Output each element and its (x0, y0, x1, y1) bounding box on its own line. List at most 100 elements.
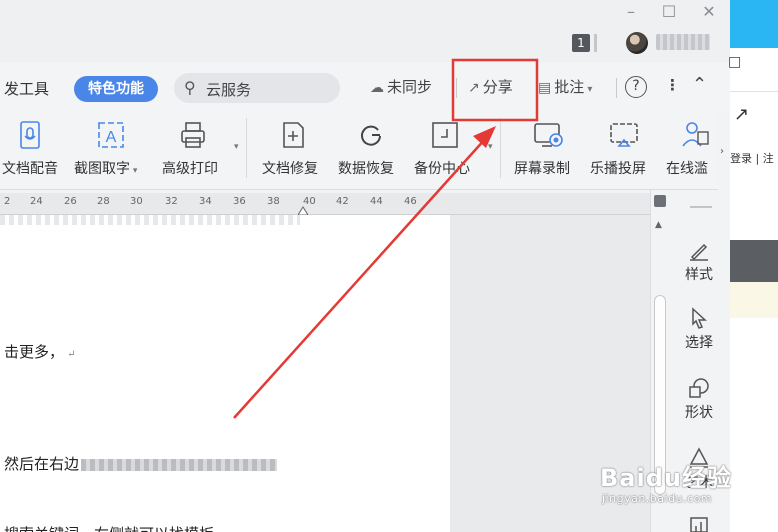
comment-label: 批注 (554, 78, 585, 96)
share-icon: ↗ (468, 80, 480, 96)
style-icon (690, 243, 708, 261)
ribbon-data-recovery-button[interactable]: 数据恢复 (334, 116, 410, 186)
watermark-brand: Baidu经验 (600, 464, 732, 492)
printer-icon (181, 122, 205, 148)
avatar[interactable] (626, 32, 648, 54)
bg-cream-bar (730, 282, 778, 318)
data-recovery-icon (361, 125, 381, 146)
notification-badge[interactable]: 1 (572, 34, 590, 52)
chart-icon (690, 517, 708, 532)
ribbon-screen-record-button[interactable]: 屏幕录制 (510, 116, 584, 186)
cloud-service-search[interactable]: ⚲ 云服务 (174, 73, 340, 103)
ruler-tick: 46 (404, 196, 417, 207)
ribbon-label: 文档配音 (2, 161, 58, 177)
ribbon-expand-icon[interactable]: ▾ (234, 142, 239, 152)
title-bar: – ☐ ✕ 1 (0, 0, 730, 62)
ruler-tick: 38 (267, 196, 280, 207)
bg-toolbar: □ (728, 48, 778, 92)
ribbon: 文档配音 A 截图取字 ▾ 高级打印 ▾ 文档修复 数据恢复 备份中心 ▾ 屏幕… (0, 112, 718, 190)
ruler-tick: 34 (199, 196, 212, 207)
panel-shape-button[interactable]: 形状 (668, 376, 730, 422)
baidu-watermark: Baidu经验 jingyan.baidu.com (600, 458, 732, 505)
bg-login-link: 登录 | 注 (730, 152, 774, 165)
cast-icon (610, 123, 638, 147)
tab-dev-tools[interactable]: 发工具 (4, 78, 49, 99)
collapse-ribbon-icon[interactable]: ⌃ (692, 74, 707, 95)
share-label: 分享 (482, 78, 513, 96)
ribbon-divider (246, 118, 247, 178)
blurred-text (81, 459, 278, 471)
background-window: □ ↗ › 登录 | 注 (720, 0, 778, 532)
scroll-top-button[interactable] (654, 195, 666, 207)
ribbon-backup-button[interactable]: 备份中心 (412, 116, 488, 186)
document-page[interactable]: 击更多， ↵ 然后在右边 搜索关键词，右侧就可以找模板 (0, 215, 450, 532)
comment-icon: ▤ (538, 80, 552, 96)
cut-off-text-line (0, 215, 300, 225)
ribbon-label: 乐播投屏 (590, 161, 646, 177)
scroll-up-icon[interactable]: ▲ (655, 220, 662, 230)
panel-drag-handle[interactable] (690, 206, 712, 208)
cloud-service-label: 云服务 (206, 81, 252, 99)
ribbon-cast-button[interactable]: 乐播投屏 (588, 116, 662, 186)
panel-chart-button[interactable] (668, 514, 730, 532)
panel-label: 选择 (685, 335, 713, 351)
close-icon[interactable]: ✕ (698, 2, 720, 22)
sync-button[interactable]: ☁ 未同步 (370, 76, 432, 97)
shape-icon (689, 378, 709, 398)
ribbon-label: 数据恢复 (338, 161, 394, 177)
svg-text:A: A (106, 129, 117, 146)
panel-style-button[interactable]: 样式 (668, 238, 730, 284)
panel-label: 形状 (685, 405, 713, 421)
badge-divider (594, 34, 597, 52)
maximize-icon[interactable]: ☐ (658, 2, 680, 22)
menu-divider (456, 78, 457, 98)
share-button[interactable]: ↗ 分享 (468, 76, 513, 97)
bg-box-icon: □ (728, 54, 742, 70)
bg-expand-icon: › (720, 146, 724, 157)
menu-divider (616, 78, 617, 98)
ribbon-label: 在线滥 (666, 161, 708, 177)
comment-button[interactable]: ▤ 批注 ▾ (538, 76, 592, 97)
backup-icon (432, 122, 458, 148)
ribbon-label: 屏幕录制 (514, 161, 570, 177)
bg-share-icon: ↗ (734, 104, 750, 125)
ruler-tick: 28 (97, 196, 110, 207)
audio-doc-icon (20, 121, 40, 149)
screenshot-ocr-icon: A (98, 122, 124, 148)
menu-row: 发工具 特色功能 ⚲ 云服务 ☁ 未同步 ↗ 分享 ▤ 批注 ▾ ? ⋮ ⌃ (0, 62, 730, 112)
help-icon[interactable]: ? (625, 76, 647, 98)
online-icon (682, 122, 709, 147)
panel-select-button[interactable]: 选择 (668, 306, 730, 352)
ribbon-divider (500, 118, 501, 178)
doc-text: 然后在右边 (4, 455, 80, 473)
sync-label: 未同步 (387, 78, 433, 96)
doc-text: 击更多， (4, 343, 65, 361)
ribbon-label: 截图取字 ▾ (74, 161, 138, 177)
ruler-ticks: 2 24 26 28 30 32 34 36 38 40 42 44 46 (0, 193, 650, 214)
ribbon-screenshot-ocr-button[interactable]: A 截图取字 ▾ (72, 116, 152, 186)
ribbon-expand-icon[interactable]: ▾ (488, 142, 493, 152)
ribbon-label: 文档修复 (262, 161, 318, 177)
select-cursor-icon (692, 307, 707, 329)
ribbon-doc-repair-button[interactable]: 文档修复 (256, 116, 332, 186)
ribbon-audio-doc-button[interactable]: 文档配音 (0, 116, 66, 186)
username-blurred[interactable] (656, 34, 710, 50)
ribbon-advanced-print-button[interactable]: 高级打印 (158, 116, 228, 186)
search-icon: ⚲ (184, 78, 196, 97)
doc-line-2: 然后在右边 (4, 453, 278, 474)
bg-dark-bar (730, 240, 778, 282)
ruler-tick: 30 (130, 196, 143, 207)
ruler-tick: 24 (30, 196, 43, 207)
tab-feature[interactable]: 特色功能 (74, 76, 158, 102)
more-icon[interactable]: ⋮ (665, 76, 680, 94)
ruler-tick: 44 (370, 196, 383, 207)
ribbon-online-button[interactable]: 在线滥 (666, 116, 718, 186)
ribbon-label: 备份中心 (414, 161, 470, 177)
doc-line-1: 击更多， ↵ (4, 343, 76, 361)
ruler-indent-marker[interactable] (298, 205, 308, 215)
ribbon-label: 高级打印 (162, 161, 218, 177)
ruler-tick: 36 (233, 196, 246, 207)
screen-record-icon (534, 123, 563, 147)
minimize-icon[interactable]: – (620, 2, 642, 22)
horizontal-ruler[interactable]: 2 24 26 28 30 32 34 36 38 40 42 44 46 (0, 193, 650, 215)
